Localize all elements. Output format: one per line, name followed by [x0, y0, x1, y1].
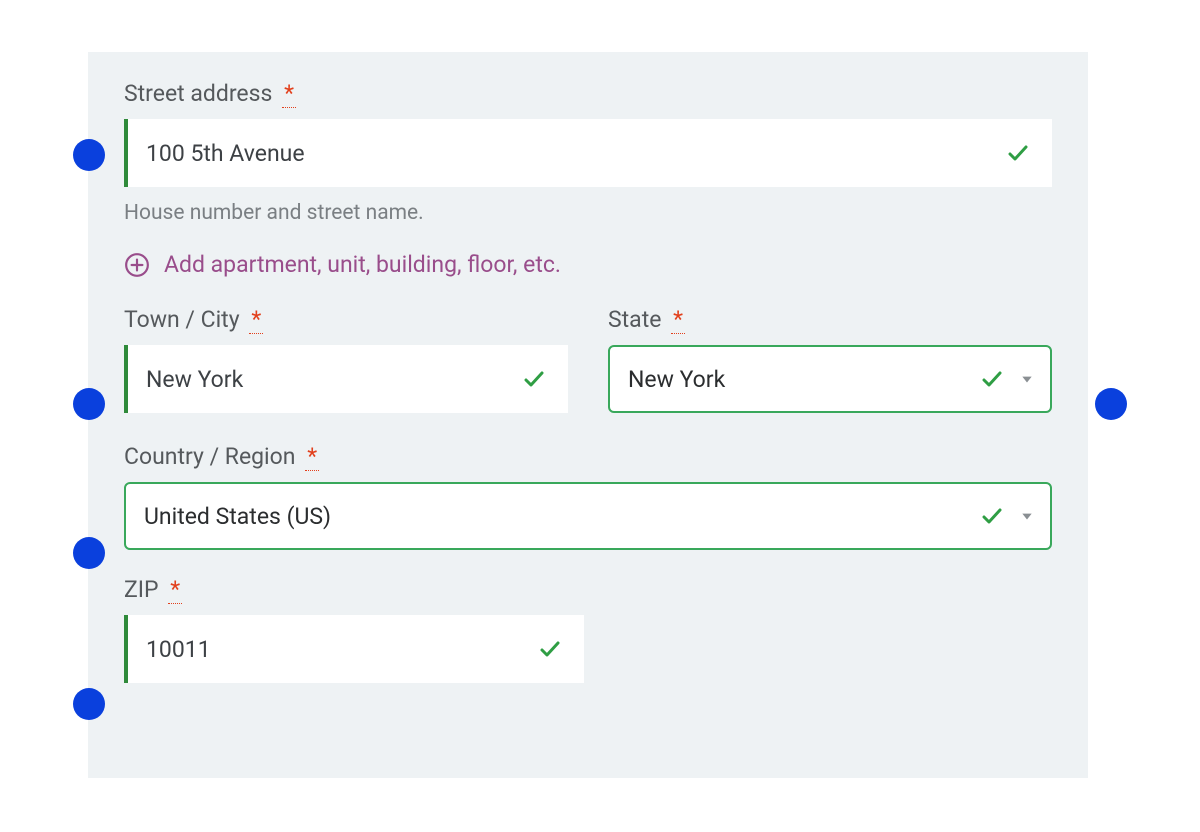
chevron-down-icon	[1020, 372, 1034, 386]
annotation-marker	[1095, 388, 1127, 420]
street-address-hint: House number and street name.	[124, 201, 1052, 225]
state-field: State * New York	[608, 306, 1052, 413]
annotation-marker	[73, 537, 105, 569]
state-select-value: New York	[628, 366, 725, 393]
annotation-marker	[73, 388, 105, 420]
state-label: State *	[608, 306, 1052, 333]
add-address-line-text: Add apartment, unit, building, floor, et…	[164, 251, 561, 278]
required-asterisk: *	[249, 306, 263, 334]
address-form-panel: Street address * House number and street…	[88, 52, 1088, 778]
check-icon	[538, 637, 562, 661]
state-label-text: State	[608, 306, 661, 333]
required-asterisk: *	[305, 443, 319, 471]
city-input-wrap	[124, 345, 568, 413]
zip-label: ZIP *	[124, 576, 584, 603]
zip-input[interactable]	[124, 615, 584, 683]
street-address-input-wrap	[124, 119, 1052, 187]
required-asterisk: *	[671, 306, 685, 334]
street-address-label: Street address *	[124, 80, 1052, 107]
city-field: Town / City *	[124, 306, 568, 413]
country-select-wrap: United States (US)	[124, 482, 1052, 550]
zip-field: ZIP *	[124, 576, 584, 683]
chevron-down-icon	[1020, 509, 1034, 523]
city-state-row: Town / City * State * New York	[124, 306, 1052, 413]
zip-input-wrap	[124, 615, 584, 683]
check-icon	[1006, 141, 1030, 165]
check-icon	[522, 367, 546, 391]
zip-label-text: ZIP	[124, 576, 159, 603]
state-select-wrap: New York	[608, 345, 1052, 413]
country-select-value: United States (US)	[144, 503, 331, 530]
street-address-label-text: Street address	[124, 80, 272, 107]
add-address-line-button[interactable]: Add apartment, unit, building, floor, et…	[124, 251, 1052, 278]
country-select[interactable]: United States (US)	[124, 482, 1052, 550]
street-address-input[interactable]	[124, 119, 1052, 187]
country-field: Country / Region * United States (US)	[124, 443, 1052, 550]
city-input[interactable]	[124, 345, 568, 413]
country-label-text: Country / Region	[124, 443, 295, 470]
street-address-field: Street address * House number and street…	[124, 80, 1052, 225]
city-label-text: Town / City	[124, 306, 240, 333]
required-asterisk: *	[168, 576, 182, 604]
annotation-marker	[73, 139, 105, 171]
annotation-marker	[73, 688, 105, 720]
country-label: Country / Region *	[124, 443, 1052, 470]
check-icon	[980, 504, 1004, 528]
required-asterisk: *	[282, 80, 296, 108]
plus-circle-icon	[124, 252, 150, 278]
check-icon	[980, 367, 1004, 391]
city-label: Town / City *	[124, 306, 568, 333]
